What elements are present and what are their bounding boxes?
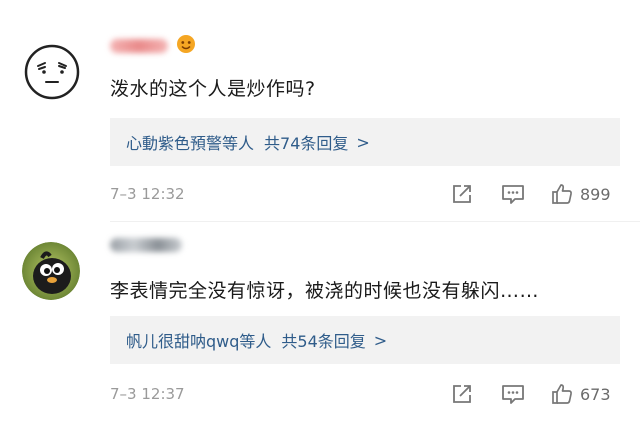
reply-users: 心動紫色預警等人 <box>126 134 255 153</box>
comment-button[interactable] <box>500 182 526 206</box>
share-icon <box>453 185 471 203</box>
chick-photo-icon <box>22 242 80 300</box>
like-button[interactable]: 899 <box>550 182 611 206</box>
share-button[interactable] <box>450 382 474 406</box>
replies-link[interactable]: 心動紫色預警等人 共74条回复 > <box>110 118 620 166</box>
avatar[interactable] <box>24 44 80 100</box>
meme-face-icon <box>24 44 80 100</box>
share-icon <box>453 385 471 403</box>
timestamp: 7–3 12:32 <box>110 185 185 203</box>
thumbs-up-icon <box>552 184 572 204</box>
replies-link[interactable]: 帆儿很甜呐qwq等人 共54条回复 > <box>110 316 620 364</box>
username[interactable] <box>110 234 182 256</box>
comment-meta: 7–3 12:32 899 <box>110 182 620 206</box>
comment-text: 李表情完全没有惊讶，被浇的时候也没有躲闪…… <box>110 280 540 302</box>
chevron-right-icon: > <box>356 132 370 152</box>
like-button[interactable]: 673 <box>550 382 611 406</box>
comment-icon <box>502 385 524 404</box>
username-blurred <box>110 39 168 53</box>
reply-count: 共54条回复 <box>281 332 366 351</box>
comment-button[interactable] <box>500 382 526 406</box>
avatar[interactable] <box>22 242 80 300</box>
fan-badge-icon <box>176 34 196 58</box>
comment-text: 泼水的这个人是炒作吗? <box>110 78 316 100</box>
username[interactable] <box>110 35 196 57</box>
reply-users: 帆儿很甜呐qwq等人 <box>126 332 272 351</box>
like-count: 899 <box>580 184 611 204</box>
like-count: 673 <box>580 384 611 404</box>
username-blurred <box>110 238 182 252</box>
comment-item: 泼水的这个人是炒作吗? 心動紫色預警等人 共74条回复 > 7–3 12:32 <box>0 0 640 222</box>
reply-count: 共74条回复 <box>264 134 349 153</box>
comment-item: 李表情完全没有惊讶，被浇的时候也没有躲闪…… 帆儿很甜呐qwq等人 共54条回复… <box>0 222 640 447</box>
share-button[interactable] <box>450 182 474 206</box>
timestamp: 7–3 12:37 <box>110 385 185 403</box>
chevron-right-icon: > <box>373 330 388 350</box>
comment-meta: 7–3 12:37 673 <box>110 382 620 406</box>
thumbs-up-icon <box>552 384 572 404</box>
comment-icon <box>502 185 524 204</box>
